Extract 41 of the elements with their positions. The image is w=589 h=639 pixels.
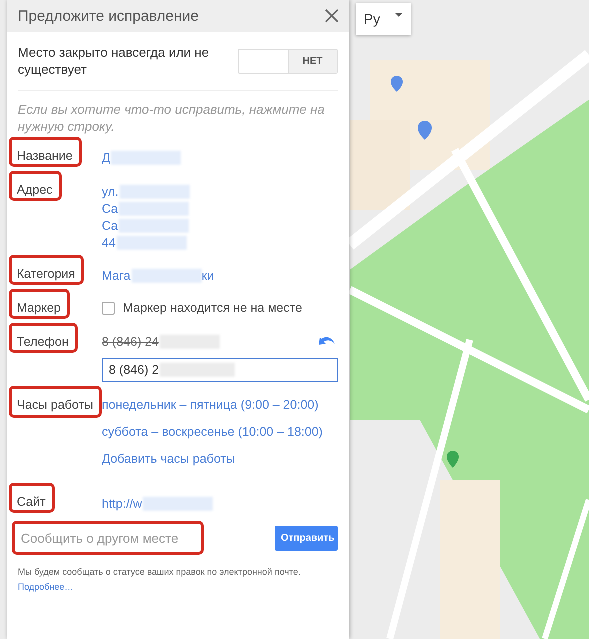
field-label: Категория (9, 255, 84, 285)
hint-text: Если вы хотите что-то исправить, нажмите на нужную строку. (18, 101, 326, 135)
field-label: Адрес (9, 171, 62, 201)
footer-note: Мы будем сообщать о статусе ваших правок по электронной почте. (18, 566, 302, 579)
field-value-link[interactable]: ул. (102, 184, 119, 198)
phone-input-field[interactable]: 8 (846) 2 (102, 358, 338, 382)
field-value-link[interactable]: Д (102, 150, 110, 164)
submit-button[interactable]: Отправить (275, 526, 338, 550)
field-label: Название (9, 137, 82, 167)
blur-patch (116, 236, 187, 250)
hours-link[interactable]: суббота – воскресенье (10:00 – 18:00) (102, 425, 323, 439)
field-label: Сайт (9, 483, 55, 513)
blur-patch (120, 184, 190, 198)
blur-patch (143, 496, 214, 510)
field-value-link[interactable]: Мага (102, 268, 131, 282)
field-value-link[interactable]: http://w (102, 496, 142, 510)
checkbox-label: Маркер находится не на месте (123, 301, 302, 315)
blur-patch (111, 150, 182, 164)
panel-title: Предложите исправление (18, 8, 200, 24)
undo-icon[interactable] (318, 336, 336, 348)
old-phone-number: 8 (846) 24 (102, 335, 159, 349)
field-label: Телефон (9, 323, 78, 353)
blur-patch (119, 218, 190, 232)
checkbox[interactable] (102, 302, 115, 314)
field-label: Маркер (9, 289, 70, 319)
report-field[interactable]: Сообщить о другом месте (12, 521, 204, 555)
blur-patch (132, 268, 202, 282)
field-label: Часы работы (9, 386, 102, 418)
field-value-link[interactable]: ки (202, 268, 214, 282)
field-value-link[interactable]: Са (102, 202, 118, 216)
hours-link[interactable]: понедельник – пятница (9:00 – 20:00) (102, 398, 319, 412)
close-icon[interactable] (325, 9, 339, 23)
field-value-link[interactable]: 44 (102, 236, 116, 250)
field-value-link[interactable]: Са (102, 218, 118, 232)
blur-patch (119, 202, 190, 216)
yes-no-toggle[interactable]: НЕТ (238, 48, 338, 74)
add-hours-link[interactable]: Добавить часы работы (102, 452, 236, 466)
closed-question: Место закрыто навсегда или не существует (18, 44, 210, 78)
caret-icon (395, 13, 403, 17)
more-link[interactable]: Подробнее… (18, 582, 74, 592)
language-dropdown[interactable]: Ру (356, 3, 411, 35)
